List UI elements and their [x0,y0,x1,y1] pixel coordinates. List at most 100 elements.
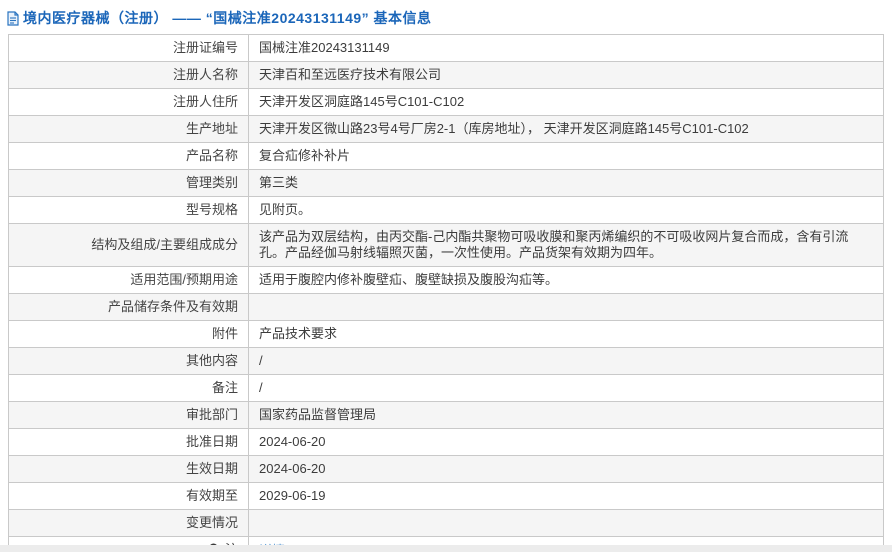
page-title: 境内医疗器械（注册） —— “国械注准20243131149” 基本信息 [23,10,432,26]
row-value: 天津开发区洞庭路145号C101-C102 [259,94,465,109]
table-row: 批准日期 2024-06-20 [8,428,884,456]
row-value-cell: 国械注准20243131149 [248,34,884,62]
row-label-cell: 注册人名称 [8,61,249,89]
row-value: 2029-06-19 [259,488,326,503]
row-value: 国械注准20243131149 [259,40,390,55]
row-label: 管理类别 [185,175,238,190]
row-value-cell: 天津开发区洞庭路145号C101-C102 [248,88,884,116]
row-label: 结构及组成/主要组成成分 [91,237,238,252]
row-value-cell: 天津百和至远医疗技术有限公司 [248,61,884,89]
row-value: 第三类 [259,175,299,190]
row-label-cell: 管理类别 [8,169,249,197]
row-value: 天津开发区微山路23号4号厂房2-1（库房地址）， 天津开发区洞庭路145号C1… [259,121,749,136]
row-value-cell: 复合疝修补补片 [248,142,884,170]
row-value: / [259,353,263,368]
row-value-cell: 见附页。 [248,196,884,224]
table-row: 产品名称 复合疝修补补片 [8,142,884,170]
row-label-cell: 其他内容 [8,347,249,375]
row-label-cell: 附件 [8,320,249,348]
row-value-cell: 天津开发区微山路23号4号厂房2-1（库房地址）， 天津开发区洞庭路145号C1… [248,115,884,143]
row-value: 该产品为双层结构，由丙交酯-己内酯共聚物可吸收膜和聚丙烯编织的不可吸收网片复合而… [259,229,849,260]
row-value-cell: 2024-06-20 [248,428,884,456]
row-value-cell: 国家药品监督管理局 [248,401,884,429]
row-value-cell: 第三类 [248,169,884,197]
row-label: 生产地址 [185,121,238,136]
table-row: 生产地址 天津开发区微山路23号4号厂房2-1（库房地址）， 天津开发区洞庭路14… [8,115,884,143]
row-label: 型号规格 [185,202,238,217]
row-value: 2024-06-20 [259,461,326,476]
table-row: 附件 产品技术要求 [8,320,884,348]
row-value-cell: 适用于腹腔内修补腹壁疝、腹壁缺损及腹股沟疝等。 [248,266,884,294]
row-value-cell: 该产品为双层结构，由丙交酯-己内酯共聚物可吸收膜和聚丙烯编织的不可吸收网片复合而… [248,223,884,267]
row-value-cell: 2029-06-19 [248,482,884,510]
table-row: 生效日期 2024-06-20 [8,455,884,483]
row-label: 变更情况 [185,515,238,530]
table-row: 变更情况 [8,509,884,537]
row-value: 产品技术要求 [259,326,338,341]
document-icon [6,10,20,26]
row-label-cell: 注 [8,536,249,545]
table-row: 注册人住所 天津开发区洞庭路145号C101-C102 [8,88,884,116]
detail-link[interactable]: 详情 [259,543,285,545]
row-label: 审批部门 [185,407,238,422]
table-row: 备注 / [8,374,884,402]
row-value-cell: / [248,347,884,375]
row-label: 生效日期 [185,461,238,476]
row-value-cell: 2024-06-20 [248,455,884,483]
row-label: 产品名称 [185,148,238,163]
row-label: 适用范围/预期用途 [130,272,238,287]
table-row: 注册人名称 天津百和至远医疗技术有限公司 [8,61,884,89]
info-table-body: 注册证编号 国械注准20243131149 注册人名称 天津百和至远医疗技术有限公司注… [8,34,884,545]
info-table-container: 注册证编号 国械注准20243131149 注册人名称 天津百和至远医疗技术有限公司注… [8,34,884,545]
row-label-cell: 注册人住所 [8,88,249,116]
row-value-cell [248,509,884,537]
row-label: 产品储存条件及有效期 [107,299,238,314]
row-label: 有效期至 [185,488,238,503]
row-label-cell: 有效期至 [8,482,249,510]
row-value: / [259,380,263,395]
row-value: 2024-06-20 [259,434,326,449]
row-label-cell: 结构及组成/主要组成成分 [8,223,249,267]
row-label-cell: 备注 [8,374,249,402]
row-label-cell: 生效日期 [8,455,249,483]
row-value: 天津百和至远医疗技术有限公司 [259,67,442,82]
row-label: 注 [225,542,238,545]
row-label-cell: 审批部门 [8,401,249,429]
row-label-cell: 生产地址 [8,115,249,143]
row-label: 注册证编号 [172,40,238,55]
row-value-cell [248,293,884,321]
table-row: 其他内容 / [8,347,884,375]
table-row: 型号规格 见附页。 [8,196,884,224]
row-value-cell: 详情 [248,536,884,545]
row-label-cell: 产品名称 [8,142,249,170]
row-value-cell: 产品技术要求 [248,320,884,348]
table-row: 结构及组成/主要组成成分 该产品为双层结构，由丙交酯-己内酯共聚物可吸收膜和聚丙烯… [8,223,884,267]
table-row: 管理类别 第三类 [8,169,884,197]
row-label-cell: 批准日期 [8,428,249,456]
row-label: 备注 [211,380,238,395]
row-value-cell: / [248,374,884,402]
row-label-cell: 变更情况 [8,509,249,537]
info-table: 注册证编号 国械注准20243131149 注册人名称 天津百和至远医疗技术有限公司注… [8,34,884,545]
table-row: 注 详情 [8,536,884,545]
row-label-cell: 型号规格 [8,196,249,224]
row-label-cell: 注册证编号 [8,34,249,62]
row-value: 适用于腹腔内修补腹壁疝、腹壁缺损及腹股沟疝等。 [259,272,559,287]
row-label: 附件 [211,326,238,341]
row-label: 注册人住所 [172,94,238,109]
row-label: 其他内容 [185,353,238,368]
table-row: 适用范围/预期用途 适用于腹腔内修补腹壁疝、腹壁缺损及腹股沟疝等。 [8,266,884,294]
table-row: 有效期至 2029-06-19 [8,482,884,510]
row-label: 注册人名称 [172,67,238,82]
row-label: 批准日期 [185,434,238,449]
note-icon [208,543,219,545]
row-label-cell: 适用范围/预期用途 [8,266,249,294]
row-value: 复合疝修补补片 [259,148,351,163]
page-bottom-band [0,545,892,552]
row-value: 国家药品监督管理局 [259,407,377,422]
table-row: 产品储存条件及有效期 [8,293,884,321]
page-header: 境内医疗器械（注册） —— “国械注准20243131149” 基本信息 [0,0,892,34]
row-value: 见附页。 [259,202,312,217]
registration-detail-page: 境内医疗器械（注册） —— “国械注准20243131149” 基本信息 注册证… [0,0,892,545]
table-row: 审批部门 国家药品监督管理局 [8,401,884,429]
